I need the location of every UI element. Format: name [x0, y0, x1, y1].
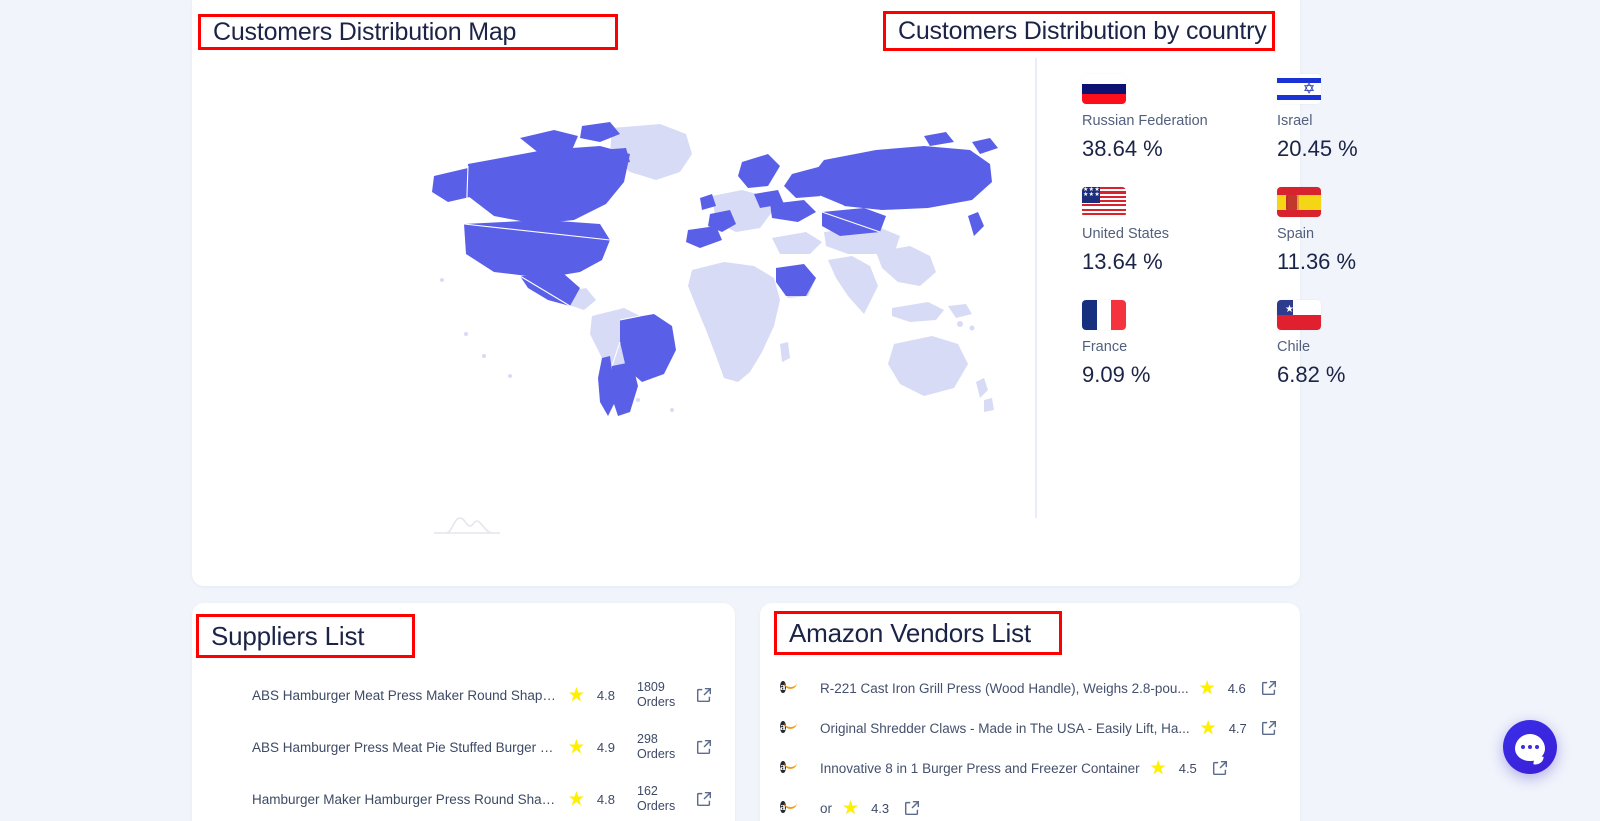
country-percent: 9.09 %: [1082, 362, 1151, 387]
external-link-icon[interactable]: [695, 738, 713, 756]
external-link-icon[interactable]: [695, 790, 713, 808]
country-item[interactable]: Spain 11.36 %: [1277, 187, 1472, 300]
external-link-icon[interactable]: [903, 799, 921, 817]
flag-es-icon: [1277, 187, 1321, 217]
vendor-title: R-221 Cast Iron Grill Press (Wood Handle…: [820, 680, 1189, 696]
country-name: United States: [1082, 226, 1170, 242]
page-title-suppliers-annotation: Suppliers List: [196, 614, 415, 658]
supplier-rating: 4.9: [596, 739, 615, 755]
mountain-chart-icon: [432, 512, 502, 536]
vendor-rating: 4.3: [871, 800, 890, 816]
page-title-map-annotation: Customers Distribution Map: [198, 14, 618, 50]
country-name: Russian Federation: [1082, 113, 1208, 129]
country-item[interactable]: ✡ Israel 20.45 %: [1277, 74, 1472, 187]
amazon-icon: a: [780, 721, 786, 733]
table-row[interactable]: a R-221 Cast Iron Grill Press (Wood Hand…: [760, 668, 1300, 708]
chat-bubble-shape: [1515, 733, 1545, 761]
country-name: Spain: [1277, 226, 1315, 242]
page-title-vendors-annotation: Amazon Vendors List: [774, 611, 1062, 655]
star-icon: ★: [567, 684, 585, 706]
country-percent: 38.64 %: [1082, 136, 1163, 161]
page-title: Suppliers List: [211, 620, 365, 651]
table-row[interactable]: ABS Hamburger Press Meat Pie Stuffed Bur…: [192, 721, 735, 773]
flag-fr-icon: [1082, 300, 1126, 330]
supplier-rating: 4.8: [596, 791, 615, 807]
country-percent: 20.45 %: [1277, 136, 1358, 161]
flag-il-icon: ✡: [1277, 74, 1321, 104]
flag-us-icon: ★★★★★★★★★★: [1082, 187, 1126, 217]
aliexpress-icon: [212, 788, 234, 810]
supplier-title: ABS Hamburger Meat Press Maker Round Sha…: [252, 687, 558, 703]
aliexpress-icon: [212, 736, 234, 758]
vendor-title: or: [820, 800, 833, 816]
supplier-orders: 298 Orders: [637, 732, 676, 761]
country-item[interactable]: ★ Chile 6.82 %: [1277, 300, 1472, 413]
chat-bubble-icon[interactable]: [1503, 720, 1557, 774]
supplier-title: Hamburger Maker Hamburger Press Round Sh…: [252, 791, 558, 807]
country-name: Chile: [1277, 339, 1311, 355]
page-title: Customers Distribution Map: [213, 17, 517, 46]
suppliers-rows: ABS Hamburger Meat Press Maker Round Sha…: [192, 669, 735, 821]
star-icon: ★: [567, 736, 585, 758]
supplier-orders: 162 Orders: [637, 784, 676, 813]
supplier-rating: 4.8: [596, 687, 615, 703]
amazon-icon: a: [780, 801, 786, 813]
panel-divider: [1035, 58, 1037, 518]
country-item[interactable]: Russian Federation 38.64 %: [1082, 74, 1277, 187]
country-item[interactable]: ★★★★★★★★★★ United States 13.64 %: [1082, 187, 1277, 300]
country-name: Israel: [1277, 113, 1313, 129]
vendors-rows: a R-221 Cast Iron Grill Press (Wood Hand…: [760, 668, 1300, 821]
table-row[interactable]: a Original Shredder Claws - Made in The …: [760, 708, 1300, 748]
dashboard-page: Russian Federation 38.64 % ✡ Israel 20.4…: [0, 0, 1600, 821]
country-distribution-grid: Russian Federation 38.64 % ✡ Israel 20.4…: [1082, 74, 1462, 413]
country-item[interactable]: France 9.09 %: [1082, 300, 1277, 413]
supplier-title: ABS Hamburger Press Meat Pie Stuffed Bur…: [252, 739, 558, 755]
table-row[interactable]: ABS Hamburger Meat Press Maker Round Sha…: [192, 669, 735, 721]
country-percent: 13.64 %: [1082, 249, 1163, 274]
country-name: France: [1082, 339, 1128, 355]
star-icon: ★: [1149, 757, 1167, 779]
vendor-rating: 4.7: [1228, 720, 1247, 736]
supplier-orders: 1809 Orders: [637, 680, 676, 709]
vendor-title: Original Shredder Claws - Made in The US…: [820, 720, 1190, 736]
star-icon: ★: [1199, 717, 1217, 739]
flag-cl-icon: ★: [1277, 300, 1321, 330]
amazon-icon: a: [780, 761, 786, 773]
external-link-icon[interactable]: [695, 686, 713, 704]
table-row[interactable]: a or ★ 4.3: [760, 788, 1300, 821]
page-title: Customers Distribution by country: [898, 16, 1267, 45]
page-title-country-annotation: Customers Distribution by country: [883, 11, 1275, 51]
aliexpress-icon: [212, 684, 234, 706]
vendor-rating: 4.6: [1227, 680, 1246, 696]
vendor-title: Innovative 8 in 1 Burger Press and Freez…: [820, 760, 1140, 776]
customers-distribution-card: Russian Federation 38.64 % ✡ Israel 20.4…: [192, 0, 1358, 586]
page-title: Amazon Vendors List: [789, 617, 1031, 648]
amazon-icon: a: [780, 681, 786, 693]
world-map[interactable]: [424, 60, 1004, 480]
country-percent: 11.36 %: [1277, 249, 1357, 274]
flag-ru-icon: [1082, 74, 1126, 104]
external-link-icon[interactable]: [1260, 679, 1278, 697]
star-icon: ★: [842, 797, 860, 819]
star-icon: ★: [1198, 677, 1216, 699]
star-icon: ★: [567, 788, 585, 810]
table-row[interactable]: a Innovative 8 in 1 Burger Press and Fre…: [760, 748, 1300, 788]
country-percent: 6.82 %: [1277, 362, 1346, 387]
table-row[interactable]: Hamburger Maker Hamburger Press Round Sh…: [192, 773, 735, 821]
external-link-icon[interactable]: [1260, 719, 1278, 737]
vendor-rating: 4.5: [1178, 760, 1197, 776]
external-link-icon[interactable]: [1211, 759, 1229, 777]
